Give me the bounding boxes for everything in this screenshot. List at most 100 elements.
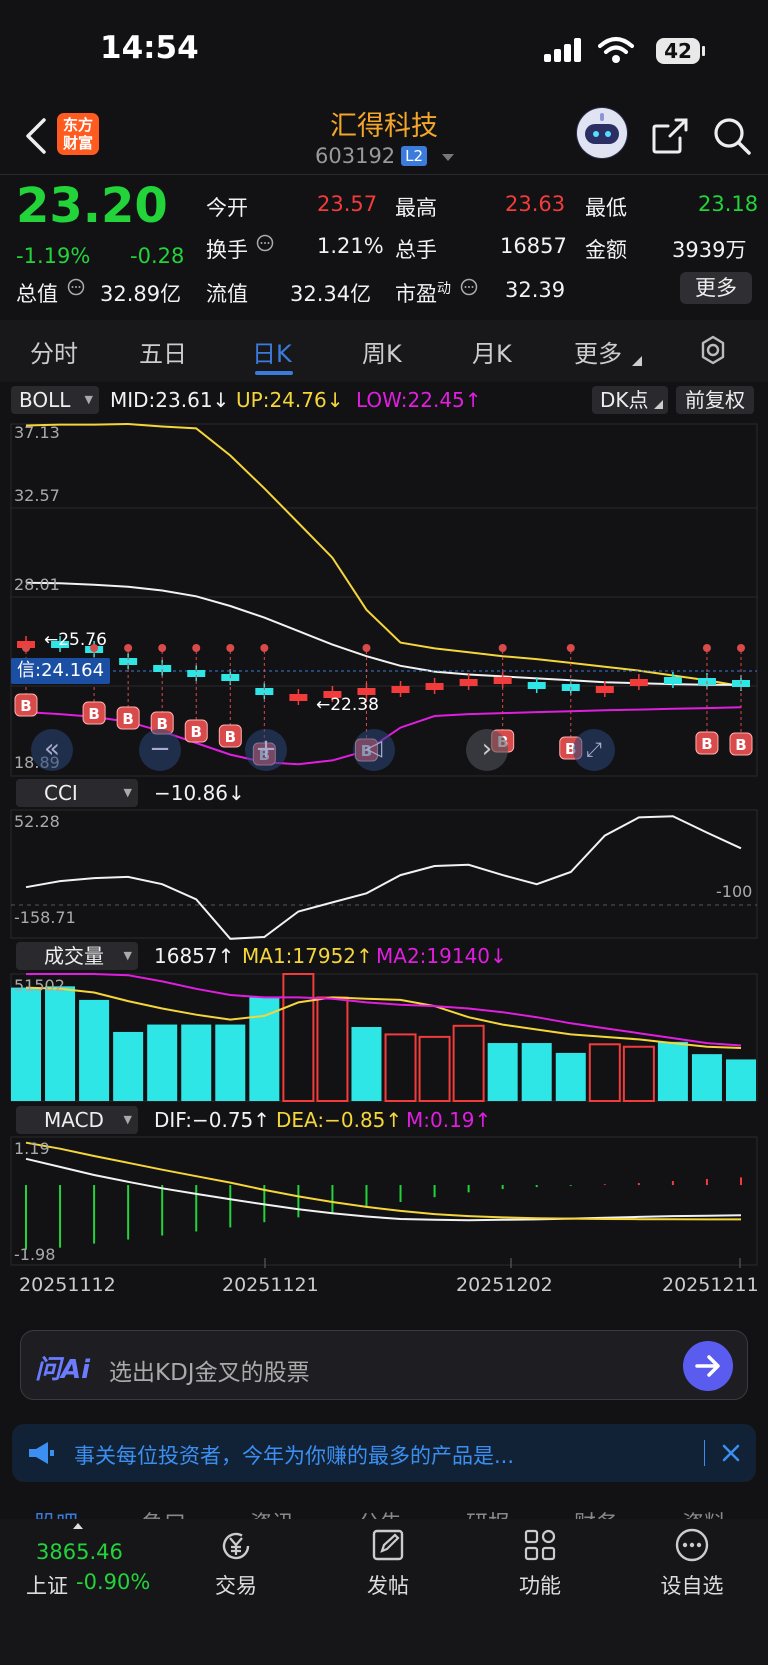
nav-features[interactable]: 功能 [485, 1570, 595, 1600]
volume-bar [45, 986, 76, 1101]
hidden-tab[interactable]: 急口 [142, 1506, 186, 1520]
dropdown-caret-icon: ▼ [123, 949, 132, 962]
kline-chart-area[interactable]: BBBBBBBBBBBB [0, 415, 768, 1285]
volume-label: 总手 [395, 238, 437, 262]
tab-intraday[interactable]: 分时 [30, 334, 78, 369]
boll-up-line [25, 422, 742, 688]
boll-y-tick: 37.13 [14, 423, 60, 442]
megaphone-icon [29, 1442, 54, 1464]
index-name[interactable]: 上证 [26, 1570, 68, 1600]
hidden-tab[interactable]: 资料 [682, 1506, 726, 1520]
ai-search-input[interactable]: 选出KDJ金叉的股票 [109, 1353, 310, 1387]
cci-selector[interactable]: CCI ▼ [16, 779, 138, 807]
candlestick [459, 679, 478, 686]
candlestick [425, 683, 444, 690]
index-value[interactable]: 3865.46 [36, 1540, 123, 1564]
boll-selector[interactable]: BOLL ▼ [11, 386, 99, 414]
amount-value: 3939万 [672, 238, 747, 262]
volume-y-tick: 51502 [14, 976, 65, 995]
turnover-rate: 1.21% [317, 234, 384, 258]
buy-marker-label: B [701, 735, 712, 753]
hidden-tab[interactable]: 研报 [466, 1506, 510, 1520]
cci-y-tick: 52.28 [14, 812, 60, 831]
info-icon[interactable] [67, 278, 85, 296]
buy-marker-dot [192, 644, 201, 652]
zoom-out-button[interactable]: − [139, 729, 181, 771]
turnover-label: 换手 [206, 238, 248, 262]
buy-marker-label: B [88, 705, 99, 723]
high-label: 最高 [395, 196, 437, 220]
search-icon[interactable] [712, 116, 752, 156]
macd-dif: DIF:−0.75↑ [154, 1108, 271, 1132]
volume-bar [79, 999, 110, 1101]
change-percent: -1.19% [16, 244, 91, 268]
open-price: 23.57 [317, 192, 378, 216]
volume-bar [691, 1054, 722, 1101]
tab-more[interactable]: 更多 [574, 334, 622, 369]
tab-weekly-k[interactable]: 周K [362, 334, 402, 369]
info-icon[interactable] [256, 234, 274, 252]
stock-code-row[interactable]: 603192 L2 [315, 144, 456, 168]
robot-avatar-icon[interactable] [576, 107, 628, 159]
amount-label: 金额 [585, 238, 627, 262]
index-caret-icon [73, 1523, 83, 1529]
scroll-left-button[interactable]: « [31, 729, 73, 771]
macd-m: M:0.19↑ [406, 1108, 492, 1132]
signal-price-label: 信:24.164 [11, 658, 111, 684]
buy-marker-label: B [191, 723, 202, 741]
tab-monthly-k[interactable]: 月K [472, 334, 512, 369]
nav-add-watchlist[interactable]: 设自选 [637, 1570, 747, 1600]
settings-gear-icon[interactable] [697, 334, 729, 366]
current-price: 23.20 [16, 178, 168, 234]
volume-bar [622, 1045, 655, 1103]
ai-submit-button[interactable] [683, 1341, 733, 1391]
hidden-tab[interactable]: 股吧 [34, 1506, 78, 1520]
buy-marker-dot [226, 644, 235, 652]
buy-marker-label: B [225, 728, 236, 746]
ai-search-box[interactable]: 问Ai 选出KDJ金叉的股票 [20, 1330, 748, 1400]
boll-name: BOLL [19, 388, 71, 412]
features-grid-icon[interactable] [522, 1527, 558, 1563]
buy-marker-label: B [735, 736, 746, 754]
adjust-price-button[interactable]: 前复权 [676, 386, 754, 414]
index-change[interactable]: -0.90% [76, 1570, 150, 1594]
tab-daily-k[interactable]: 日K [252, 334, 292, 369]
nav-trade[interactable]: 交易 [181, 1570, 291, 1600]
more-dots-icon[interactable] [674, 1527, 710, 1563]
macd-selector[interactable]: MACD ▼ [16, 1106, 138, 1134]
float-cap-label: 流值 [206, 282, 248, 306]
notice-text: 事关每位投资者，今年为你赚的最多的产品是... [74, 1444, 515, 1468]
cci-name: CCI [44, 781, 78, 805]
candlestick [663, 677, 682, 684]
nav-post[interactable]: 发帖 [333, 1570, 443, 1600]
date-label: 20251112 [19, 1274, 116, 1296]
date-label: 20251121 [222, 1274, 319, 1296]
boll-up: UP:24.76↓ [236, 388, 344, 412]
dropdown-caret-icon: ▼ [123, 1113, 132, 1126]
info-icon[interactable] [460, 278, 478, 296]
volume-bar [249, 997, 280, 1101]
volume-value: 16857 [500, 234, 567, 258]
hidden-tab[interactable]: 公告 [358, 1506, 402, 1520]
notice-divider [704, 1440, 705, 1466]
trade-yen-icon[interactable] [218, 1528, 254, 1564]
fullscreen-button[interactable]: ⤢ [573, 729, 615, 771]
volume-selector[interactable]: 成交量 ▼ [16, 942, 138, 970]
dk-point-button[interactable]: DK点 [592, 386, 668, 414]
dropdown-triangle-icon [441, 154, 454, 161]
notice-banner[interactable]: 事关每位投资者，今年为你赚的最多的产品是... [12, 1424, 756, 1482]
zoom-in-button[interactable]: + [245, 729, 287, 771]
more-button[interactable]: 更多 [680, 272, 752, 304]
header-divider [0, 174, 768, 175]
scroll-right-button[interactable]: › [466, 729, 508, 771]
post-edit-icon[interactable] [370, 1527, 406, 1563]
close-icon[interactable] [719, 1441, 743, 1465]
share-icon[interactable] [650, 116, 690, 156]
hidden-tab[interactable]: 财务 [574, 1506, 618, 1520]
volume-bar [418, 1035, 451, 1102]
boll-y-tick: 32.57 [14, 486, 60, 505]
hidden-tab[interactable]: 资讯 [250, 1506, 294, 1520]
buy-marker-dot [158, 644, 167, 652]
tab-five-day[interactable]: 五日 [139, 334, 187, 369]
restore-button[interactable]: ◁ [353, 729, 395, 771]
